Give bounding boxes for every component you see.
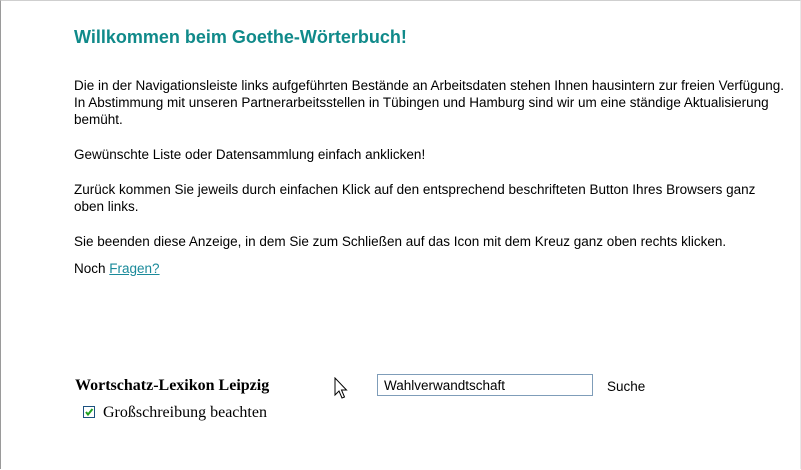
intro-paragraph: Die in der Navigationsleiste links aufge… <box>74 78 784 127</box>
instruction-click: Gewünschte Liste oder Datensammlung einf… <box>74 147 426 162</box>
checkmark-icon <box>85 408 94 417</box>
instruction-back: Zurück kommen Sie jeweils durch einfache… <box>74 182 756 214</box>
lexicon-label: Wortschatz-Lexikon Leipzig <box>75 377 270 394</box>
search-input[interactable] <box>377 374 593 396</box>
instruction-close: Sie beenden diese Anzeige, in dem Sie zu… <box>74 234 727 249</box>
main-content: Willkommen beim Goethe-Wörterbuch! Die i… <box>74 26 784 277</box>
questions-prefix: Noch <box>74 261 106 276</box>
mouse-pointer-icon <box>334 377 348 399</box>
case-sensitive-label: Großschreibung beachten <box>103 404 267 421</box>
search-button[interactable]: Suche <box>607 379 645 394</box>
questions-link[interactable]: Fragen? <box>109 261 159 276</box>
questions-line: Noch Fragen? <box>74 260 784 277</box>
page-title: Willkommen beim Goethe-Wörterbuch! <box>74 27 407 47</box>
case-sensitive-checkbox[interactable] <box>83 406 95 418</box>
